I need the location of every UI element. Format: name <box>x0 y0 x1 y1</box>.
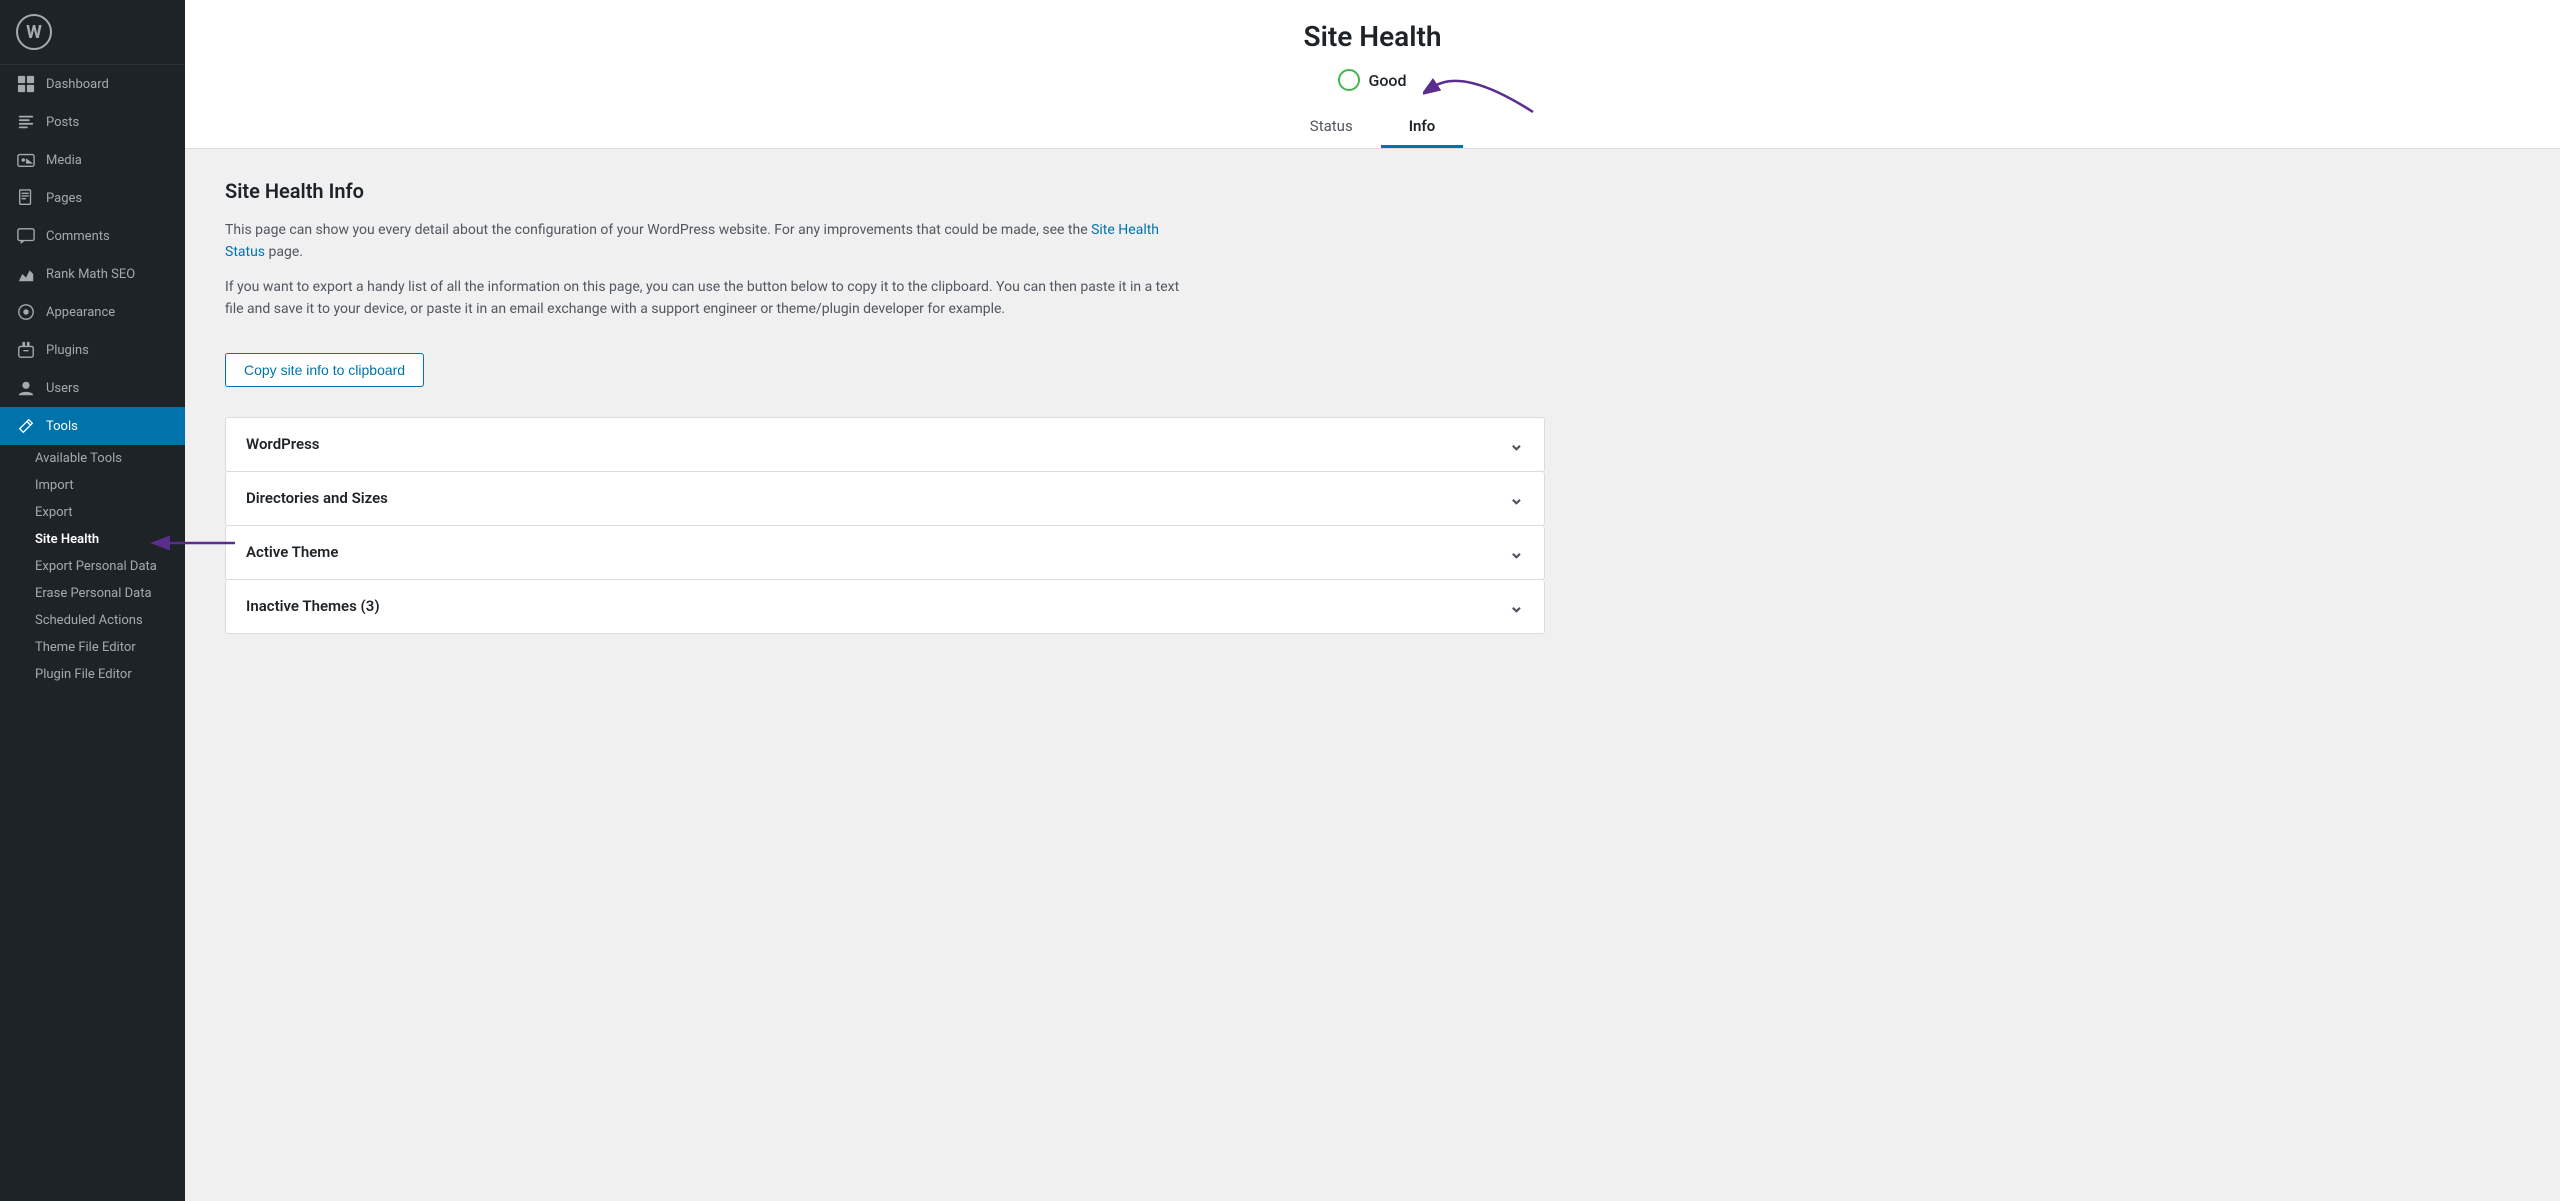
submenu-item-export-personal[interactable]: Export Personal Data <box>0 553 185 580</box>
page-title: Site Health <box>215 20 2530 53</box>
chevron-down-icon: ⌄ <box>1509 434 1524 455</box>
wp-logo: W <box>0 0 185 65</box>
submenu-item-export[interactable]: Export <box>0 499 185 526</box>
svg-text:W: W <box>26 22 42 43</box>
accordion-wordpress: WordPress ⌄ <box>225 417 1545 472</box>
submenu-item-erase-personal[interactable]: Erase Personal Data <box>0 580 185 607</box>
accordion-directories-header[interactable]: Directories and Sizes ⌄ <box>226 472 1544 525</box>
copy-clipboard-button[interactable]: Copy site info to clipboard <box>225 353 424 387</box>
users-icon <box>16 378 36 398</box>
posts-icon <box>16 112 36 132</box>
page-header: Site Health Good Status Info <box>185 0 2560 149</box>
health-circle-indicator <box>1338 69 1360 91</box>
accordion-active-theme-header[interactable]: Active Theme ⌄ <box>226 526 1544 579</box>
tools-icon <box>16 416 36 436</box>
sidebar-item-plugins-label: Plugins <box>46 343 89 358</box>
sidebar-item-posts-label: Posts <box>46 115 79 130</box>
section-title: Site Health Info <box>225 179 1545 203</box>
chevron-down-icon: ⌄ <box>1509 596 1524 617</box>
plugins-icon <box>16 340 36 360</box>
accordion-directories: Directories and Sizes ⌄ <box>225 472 1545 526</box>
tools-submenu: Available Tools Import Export Site Healt… <box>0 445 185 688</box>
tab-status[interactable]: Status <box>1282 107 1381 148</box>
submenu-item-plugin-file-editor[interactable]: Plugin File Editor <box>0 661 185 688</box>
sidebar-item-pages-label: Pages <box>46 191 82 206</box>
content-body: Site Health Info This page can show you … <box>185 149 1585 664</box>
accordion-inactive-themes: Inactive Themes (3) ⌄ <box>225 580 1545 634</box>
chevron-down-icon: ⌄ <box>1509 542 1524 563</box>
description-1: This page can show you every detail abou… <box>225 219 1185 264</box>
sidebar: W Dashboard Posts Media Pages Comments <box>0 0 185 1201</box>
sidebar-item-dashboard-label: Dashboard <box>46 77 109 92</box>
accordion-container: WordPress ⌄ Directories and Sizes ⌄ Acti… <box>225 417 1545 634</box>
submenu-item-scheduled-actions[interactable]: Scheduled Actions <box>0 607 185 634</box>
health-status: Good <box>215 69 2530 91</box>
sidebar-item-appearance[interactable]: Appearance <box>0 293 185 331</box>
appearance-icon <box>16 302 36 322</box>
sidebar-item-appearance-label: Appearance <box>46 305 115 320</box>
submenu-item-theme-file-editor[interactable]: Theme File Editor <box>0 634 185 661</box>
tab-info[interactable]: Info <box>1381 107 1464 148</box>
sidebar-item-dashboard[interactable]: Dashboard <box>0 65 185 103</box>
sidebar-item-tools-label: Tools <box>46 419 78 434</box>
sidebar-item-rankmath-label: Rank Math SEO <box>46 267 135 282</box>
sidebar-item-tools[interactable]: Tools <box>0 407 185 445</box>
submenu-item-available-tools[interactable]: Available Tools <box>0 445 185 472</box>
sidebar-item-comments[interactable]: Comments <box>0 217 185 255</box>
sidebar-item-posts[interactable]: Posts <box>0 103 185 141</box>
pages-icon <box>16 188 36 208</box>
media-icon <box>16 150 36 170</box>
sidebar-item-comments-label: Comments <box>46 229 110 244</box>
submenu-item-import[interactable]: Import <box>0 472 185 499</box>
dashboard-icon <box>16 74 36 94</box>
accordion-active-theme: Active Theme ⌄ <box>225 526 1545 580</box>
sidebar-item-pages[interactable]: Pages <box>0 179 185 217</box>
sidebar-item-media-label: Media <box>46 153 82 168</box>
page-tabs: Status Info <box>215 107 2530 148</box>
submenu-item-site-health[interactable]: Site Health <box>0 526 185 553</box>
sidebar-item-users[interactable]: Users <box>0 369 185 407</box>
description-2: If you want to export a handy list of al… <box>225 276 1185 321</box>
sidebar-item-users-label: Users <box>46 381 79 396</box>
accordion-wordpress-header[interactable]: WordPress ⌄ <box>226 418 1544 471</box>
rankmath-icon <box>16 264 36 284</box>
sidebar-item-plugins[interactable]: Plugins <box>0 331 185 369</box>
chevron-down-icon: ⌄ <box>1509 488 1524 509</box>
accordion-inactive-themes-header[interactable]: Inactive Themes (3) ⌄ <box>226 580 1544 633</box>
comments-icon <box>16 226 36 246</box>
sidebar-item-media[interactable]: Media <box>0 141 185 179</box>
health-label: Good <box>1368 71 1406 90</box>
sidebar-item-rankmath[interactable]: Rank Math SEO <box>0 255 185 293</box>
main-content: Site Health Good Status Info <box>185 0 2560 1201</box>
